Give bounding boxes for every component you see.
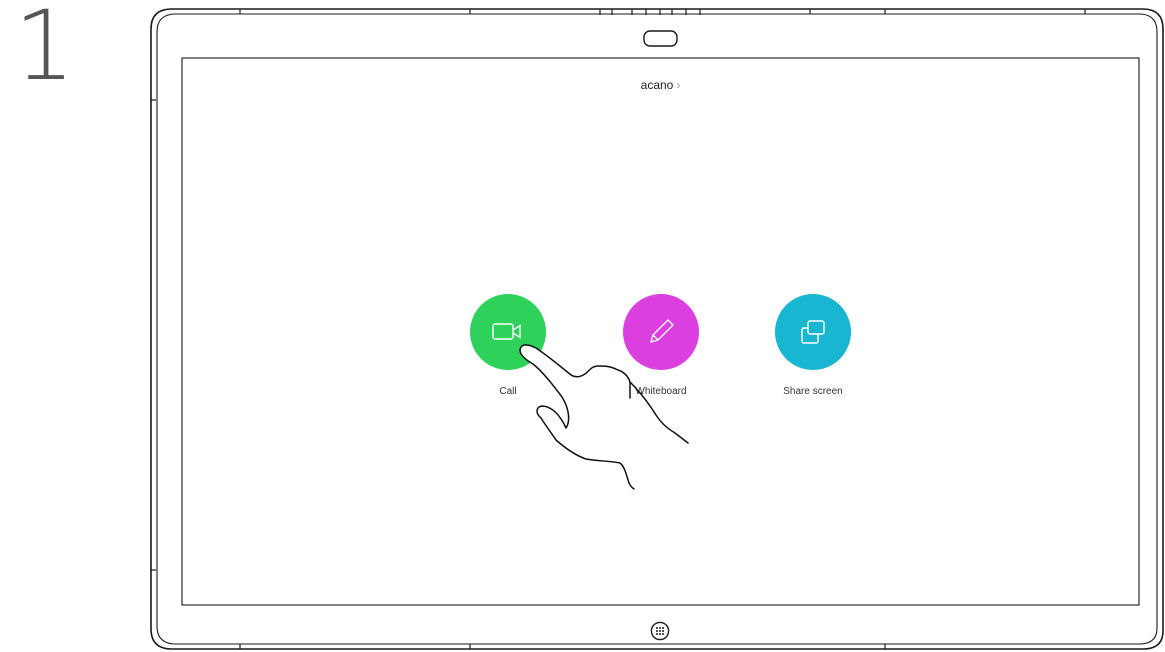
share-screen-button[interactable]: Share screen: [758, 294, 868, 397]
whiteboard-button[interactable]: Whiteboard: [606, 294, 716, 397]
room-name-label: acano: [640, 78, 674, 92]
pencil-icon: [650, 319, 674, 343]
camera-icon: [643, 30, 678, 47]
share-screen-label: Share screen: [783, 386, 843, 397]
share-screen-circle: [775, 294, 851, 370]
call-label: Call: [499, 386, 517, 397]
touch-screen: acano › Call Whiteboard Share screen: [182, 58, 1139, 605]
room-name[interactable]: acano ›: [182, 78, 1139, 92]
step-number: 1: [14, 0, 76, 102]
share-screen-icon: [801, 320, 825, 344]
chevron-right-icon: ›: [676, 78, 681, 92]
keypad-icon[interactable]: [650, 621, 670, 641]
whiteboard-label: Whiteboard: [635, 386, 687, 397]
instruction-illustration: 1 acano › Call Whiteboard Share screen: [0, 0, 1165, 652]
whiteboard-circle: [623, 294, 699, 370]
video-camera-icon: [492, 323, 521, 340]
call-circle: [470, 294, 546, 370]
call-button[interactable]: Call: [453, 294, 563, 397]
